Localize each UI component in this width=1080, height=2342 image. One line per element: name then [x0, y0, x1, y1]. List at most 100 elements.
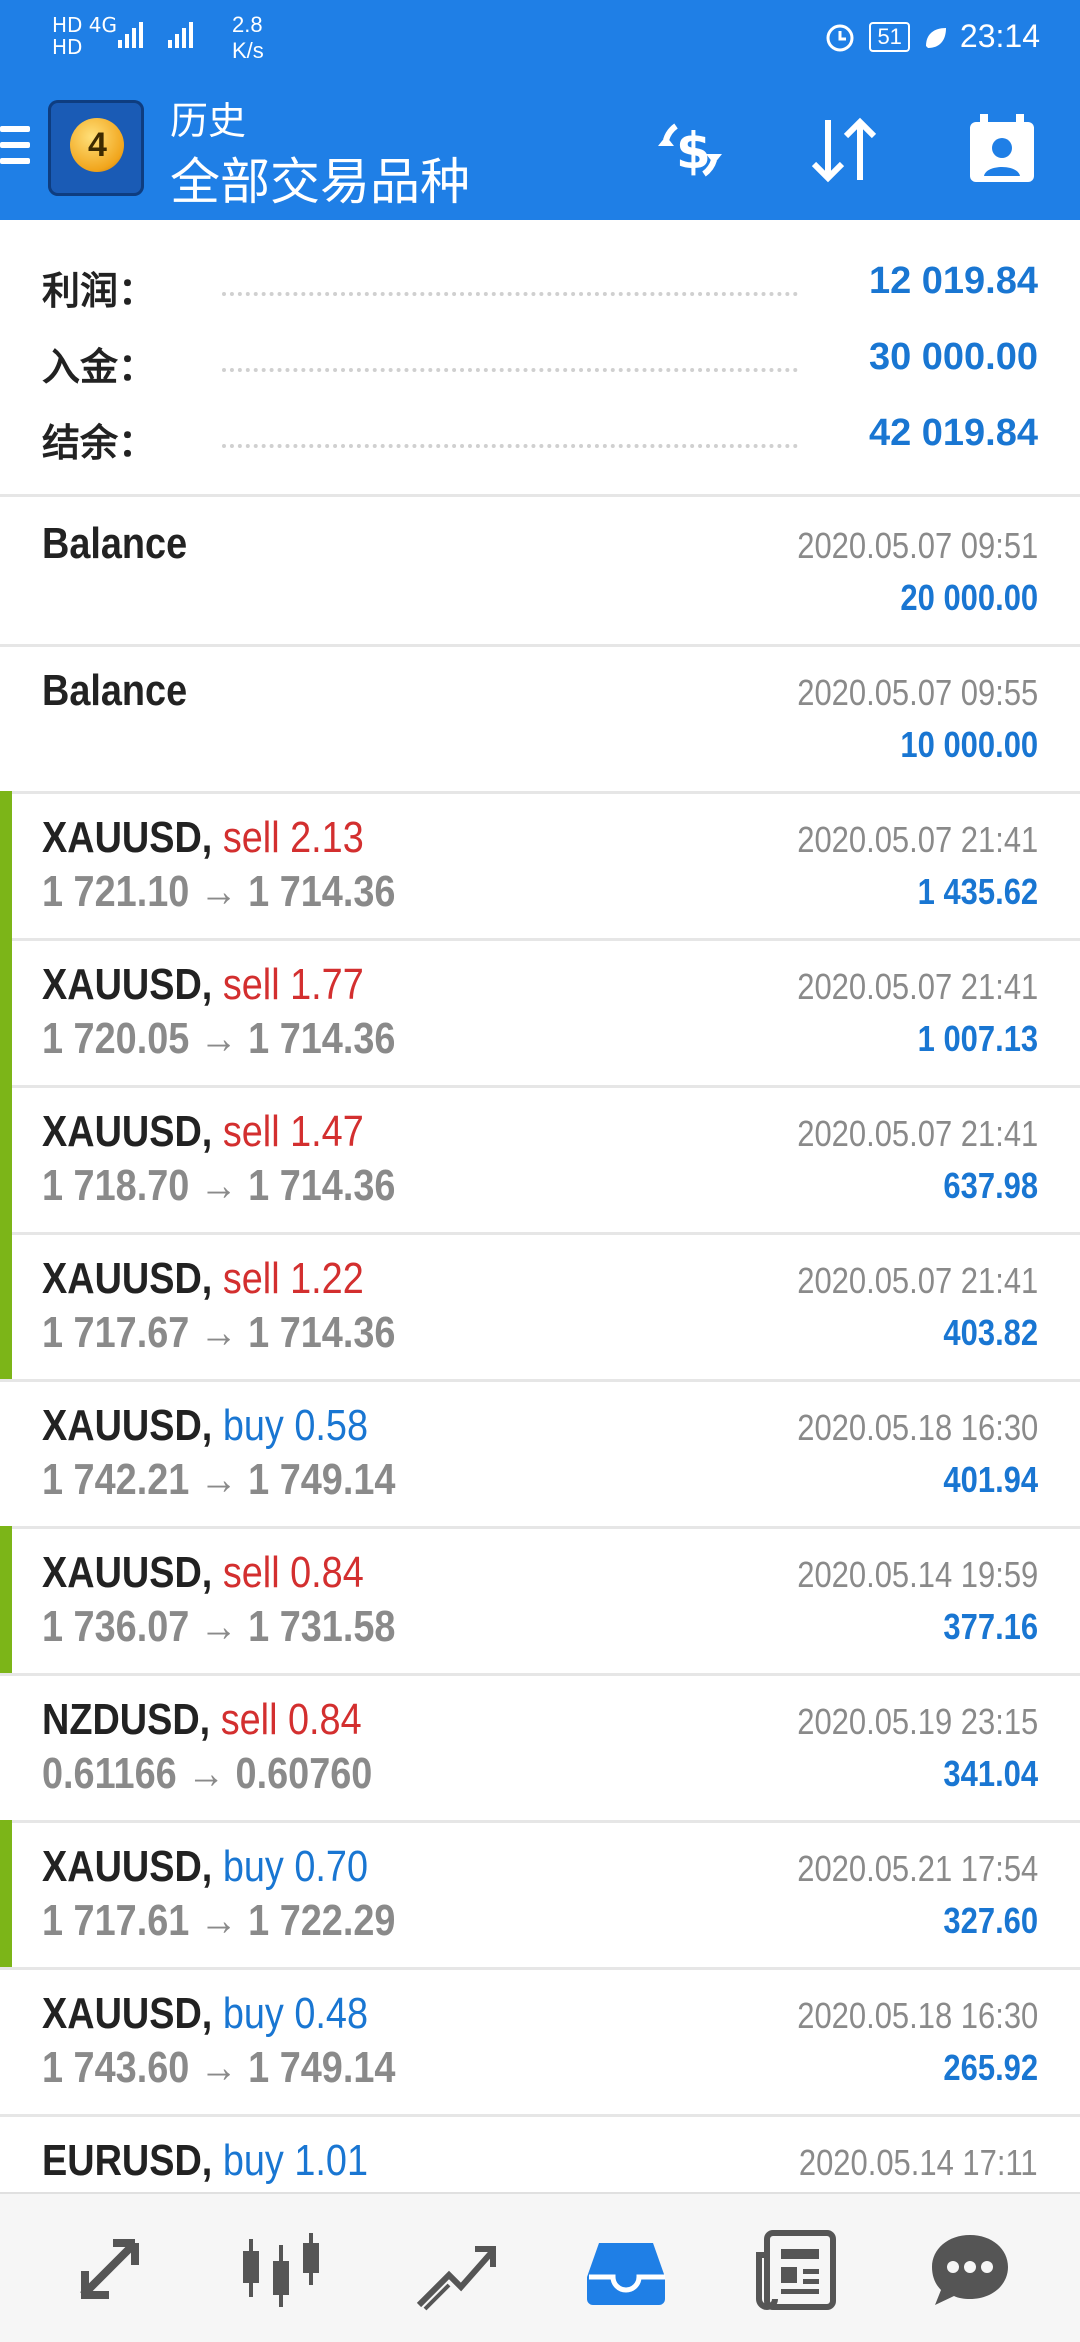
- trade-profit: 1 007.13: [917, 1018, 1038, 1059]
- trade-row[interactable]: XAUUSD, sell 2.13 1 721.10 → 1 714.36 2020…: [0, 791, 1080, 941]
- balance-title: Balance: [42, 519, 188, 568]
- trade-symbol: XAUUSD, buy 0.70: [42, 1842, 368, 1892]
- app-logo: 4: [48, 100, 144, 196]
- signal-icon: [118, 22, 193, 48]
- chart-icon[interactable]: [232, 2220, 332, 2320]
- symbol-text: XAUUSD,: [42, 1989, 213, 2038]
- dotted-divider: [222, 292, 798, 296]
- summary-row-balance: 结余： 42 019.84: [42, 412, 1038, 472]
- closed-position-marker: [0, 1820, 12, 1967]
- alarm-icon: [826, 24, 854, 51]
- summary-row-deposit: 入金： 30 000.00: [42, 336, 1038, 396]
- symbol-text: EURUSD,: [42, 2136, 213, 2185]
- balance-row[interactable]: Balance 2020.05.07 09:51 20 000.00: [0, 497, 1080, 647]
- history-list[interactable]: Balance 2020.05.07 09:51 20 000.00 Balan…: [0, 497, 1080, 2192]
- trade-prices: 1 720.05 → 1 714.36: [42, 1014, 396, 1063]
- trade-prices: 1 743.60 → 1 749.14: [42, 2043, 396, 2092]
- top-bar: HD 4G HD 2.8 K/s 51 23:14 4 历史 全部交易品种 $: [0, 0, 1080, 220]
- symbol-text: XAUUSD,: [42, 813, 213, 862]
- network-speed: 2.8 K/s: [232, 12, 264, 64]
- currency-exchange-icon[interactable]: $: [650, 110, 730, 190]
- menu-icon[interactable]: [0, 126, 30, 172]
- summary-label: 结余：: [42, 423, 157, 465]
- trade-profit: 265.92: [943, 2047, 1038, 2088]
- trade-prices: 1 717.61 → 1 722.29: [42, 1896, 396, 1945]
- row-amount: 10 000.00: [900, 724, 1038, 765]
- row-date: 2020.05.18 16:30: [796, 1995, 1038, 2036]
- trade-symbol: NZDUSD, sell 0.84: [42, 1695, 362, 1745]
- trade-symbol: XAUUSD, buy 0.48: [42, 1989, 368, 2039]
- trade-row[interactable]: EURUSD, buy 1.01 2020.05.14 17:11: [0, 2114, 1080, 2192]
- trade-profit: 377.16: [943, 1606, 1038, 1647]
- trade-prices: 1 736.07 → 1 731.58: [42, 1602, 396, 1651]
- row-date: 2020.05.18 16:30: [796, 1407, 1038, 1448]
- summary-panel: 利润： 12 019.84 入金： 30 000.00 结余： 42 019.8…: [0, 220, 1080, 497]
- trade-symbol: XAUUSD, buy 0.58: [42, 1401, 368, 1451]
- trade-row[interactable]: XAUUSD, sell 1.77 1 720.05 → 1 714.36 2020…: [0, 938, 1080, 1088]
- leaf-icon: [925, 27, 946, 48]
- trade-side: sell 0.84: [220, 1695, 362, 1744]
- trade-row[interactable]: XAUUSD, sell 0.84 1 736.07 → 1 731.58 2020…: [0, 1526, 1080, 1676]
- quotes-icon[interactable]: [60, 2220, 160, 2320]
- trade-row[interactable]: NZDUSD, sell 0.84 0.61166 → 0.60760 2020.0…: [0, 1673, 1080, 1823]
- balance-row[interactable]: Balance 2020.05.07 09:55 10 000.00: [0, 644, 1080, 794]
- row-amount: 20 000.00: [900, 577, 1038, 618]
- history-icon[interactable]: [576, 2220, 676, 2320]
- row-date: 2020.05.21 17:54: [796, 1848, 1038, 1889]
- trade-side: sell 1.77: [222, 960, 364, 1009]
- symbol-text: XAUUSD,: [42, 1842, 213, 1891]
- network-speed-unit: K/s: [232, 38, 264, 63]
- row-date: 2020.05.07 21:41: [796, 1113, 1038, 1154]
- trade-symbol: EURUSD, buy 1.01: [42, 2136, 368, 2186]
- trade-side: sell 1.22: [222, 1254, 364, 1303]
- trade-symbol: XAUUSD, sell 2.13: [42, 813, 364, 863]
- row-date: 2020.05.07 21:41: [796, 966, 1038, 1007]
- calendar-user-icon[interactable]: [962, 110, 1042, 190]
- trade-profit: 327.60: [943, 1900, 1038, 1941]
- trade-profit: 1 435.62: [917, 871, 1038, 912]
- sort-icon[interactable]: [804, 110, 884, 190]
- trade-row[interactable]: XAUUSD, buy 0.48 1 743.60 → 1 749.14 2020.…: [0, 1967, 1080, 2117]
- row-date: 2020.05.07 09:51: [796, 525, 1038, 566]
- trade-side: sell 1.47: [222, 1107, 364, 1156]
- trade-icon[interactable]: [404, 2220, 504, 2320]
- trade-row[interactable]: XAUUSD, sell 1.22 1 717.67 → 1 714.36 2020…: [0, 1232, 1080, 1382]
- closed-position-marker: [0, 1526, 12, 1673]
- status-right: 51 23:14: [823, 18, 1040, 55]
- row-date: 2020.05.19 23:15: [796, 1701, 1038, 1742]
- news-icon[interactable]: [748, 2220, 848, 2320]
- app-bar: 4 历史 全部交易品种 $: [0, 80, 1080, 220]
- symbol-text: XAUUSD,: [42, 1548, 213, 1597]
- status-bar: HD 4G HD 2.8 K/s 51 23:14: [0, 0, 1080, 80]
- trade-row[interactable]: XAUUSD, buy 0.58 1 742.21 → 1 749.14 2020.…: [0, 1379, 1080, 1529]
- trade-profit: 403.82: [943, 1312, 1038, 1353]
- trade-symbol: XAUUSD, sell 1.77: [42, 960, 364, 1010]
- dotted-divider: [222, 444, 798, 448]
- network-type-bottom: HD: [52, 35, 83, 59]
- balance-title: Balance: [42, 666, 188, 715]
- trade-prices: 1 721.10 → 1 714.36: [42, 867, 396, 916]
- closed-position-marker: [0, 791, 12, 938]
- symbol-filter[interactable]: 全部交易品种: [170, 142, 470, 214]
- network-indicator: HD 4G HD: [52, 14, 117, 58]
- trade-side: sell 2.13: [222, 813, 364, 862]
- trade-profit: 341.04: [943, 1753, 1038, 1794]
- summary-value: 12 019.84: [868, 260, 1038, 302]
- summary-row-profit: 利润： 12 019.84: [42, 260, 1038, 320]
- row-date: 2020.05.07 21:41: [796, 819, 1038, 860]
- summary-value: 30 000.00: [868, 336, 1038, 378]
- trade-symbol: XAUUSD, sell 1.22: [42, 1254, 364, 1304]
- row-date: 2020.05.14 19:59: [796, 1554, 1038, 1595]
- chat-icon[interactable]: [920, 2220, 1020, 2320]
- trade-side: sell 0.84: [222, 1548, 364, 1597]
- trade-side: buy 0.58: [222, 1401, 369, 1450]
- trade-row[interactable]: XAUUSD, sell 1.47 1 718.70 → 1 714.36 2020…: [0, 1085, 1080, 1235]
- trade-prices: 1 717.67 → 1 714.36: [42, 1308, 396, 1357]
- trade-side: buy 0.70: [222, 1842, 369, 1891]
- trade-symbol: XAUUSD, sell 0.84: [42, 1548, 364, 1598]
- trade-row[interactable]: XAUUSD, buy 0.70 1 717.61 → 1 722.29 2020.…: [0, 1820, 1080, 1970]
- summary-value: 42 019.84: [868, 412, 1038, 454]
- logo-number: 4: [88, 126, 107, 164]
- dotted-divider: [222, 368, 798, 372]
- trade-prices: 1 718.70 → 1 714.36: [42, 1161, 396, 1210]
